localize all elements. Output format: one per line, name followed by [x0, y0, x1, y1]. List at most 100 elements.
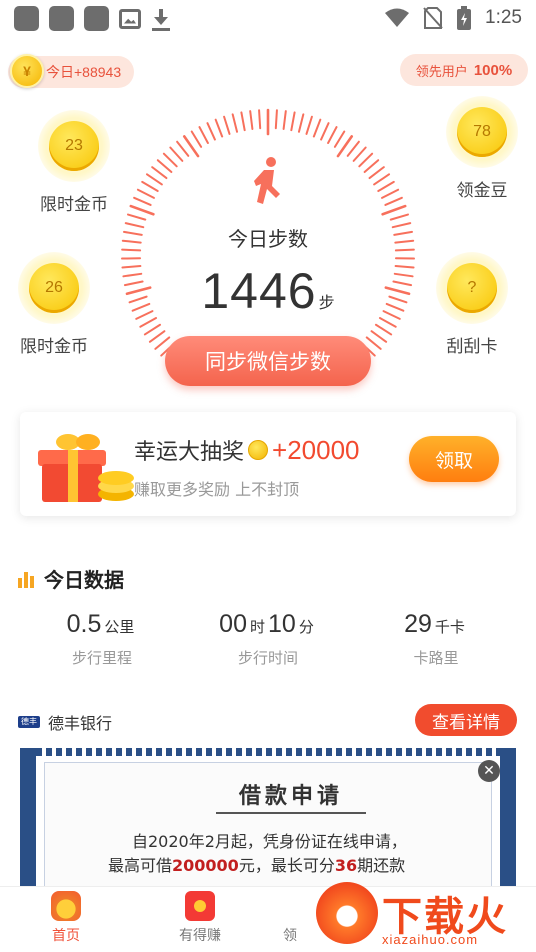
red-envelope-icon: [185, 891, 215, 921]
dial-tick: [206, 122, 216, 141]
image-icon: [119, 8, 141, 29]
dial-tick: [363, 159, 380, 174]
nav-third[interactable]: 领: [270, 891, 310, 945]
app-icon: [49, 6, 74, 31]
dial-tick: [312, 118, 322, 138]
dial-tick: [127, 213, 147, 221]
coin-icon: ¥: [10, 54, 44, 88]
system-icons: 1:25: [385, 6, 522, 30]
dial-tick: [389, 213, 409, 221]
close-ad-icon[interactable]: ✕: [478, 760, 500, 782]
lottery-card[interactable]: 幸运大抽奖 +20000 赚取更多奖励 上不封顶 领取: [20, 412, 516, 516]
ad-text-line: 最高可借200000元，最长可分36期还款: [108, 856, 406, 875]
watermark: 下载火 xiazaihuo.com: [310, 880, 536, 952]
stat-distance: 0.5 公里 步行里程: [12, 610, 192, 668]
view-details-button[interactable]: 查看详情: [415, 704, 517, 736]
dial-tick: [352, 146, 367, 162]
dial-tick: [141, 180, 159, 193]
wifi-icon: [385, 8, 410, 27]
today-coins-label: 今日+88943: [46, 64, 122, 80]
sync-wechat-steps-button[interactable]: 同步微信步数: [165, 336, 371, 386]
bubble-limited-coins-1[interactable]: 23 限时金币: [36, 110, 112, 215]
bank-logo-icon: 德丰: [18, 716, 40, 728]
dial-tick: [214, 118, 224, 138]
dial-tick: [143, 323, 162, 336]
dial-tick: [154, 336, 171, 350]
stat-value: 0.5 公里: [66, 610, 135, 638]
dial-tick: [156, 159, 173, 174]
ad-text-line: 自2020年2月起，凭身份证在线申请，: [132, 832, 407, 851]
dial-tick: [327, 126, 338, 144]
today-data-header: 今日数据: [18, 564, 124, 593]
dial-tick: [346, 140, 360, 157]
stat-value: 29 千卡: [404, 610, 465, 638]
notification-icons: [14, 6, 171, 31]
dial-tick: [370, 330, 388, 343]
dial-tick: [290, 111, 296, 132]
today-coins-chip[interactable]: ¥ 今日+88943: [8, 54, 134, 88]
dial-tick: [377, 180, 395, 193]
bar-chart-icon: [18, 570, 36, 588]
dial-tick: [223, 115, 231, 135]
claim-button[interactable]: 领取: [409, 436, 499, 482]
leading-label: 领先用户: [415, 63, 468, 79]
steps-count: 1446: [201, 263, 317, 319]
ad-advertiser: 德丰 德丰银行: [18, 710, 112, 734]
dial-tick: [384, 196, 403, 206]
dial-tick: [368, 166, 385, 180]
bubble-label: 刮刮卡: [446, 337, 498, 357]
coin-icon: [248, 440, 269, 460]
dial-tick: [365, 336, 382, 350]
gift-box-icon: [38, 434, 134, 502]
dial-tick: [231, 113, 239, 133]
steps-title: 今日步数: [228, 227, 308, 251]
no-sim-icon: [423, 7, 443, 29]
bank-name: 德丰银行: [48, 714, 113, 733]
status-bar: 1:25: [0, 0, 536, 38]
steps-display: 1446 步: [0, 262, 536, 320]
stat-label: 步行时间: [237, 649, 298, 667]
bubble-label: 领金豆: [456, 181, 508, 201]
dial-tick: [249, 110, 254, 130]
bubble-gold-beans[interactable]: 78 领金豆: [444, 96, 520, 201]
dial-tick: [129, 204, 155, 216]
leading-users-chip: 领先用户 100%: [400, 54, 528, 86]
dial-tick: [333, 130, 346, 148]
steps-unit: 步: [318, 295, 335, 312]
app-icon: [84, 6, 109, 31]
dial-tick: [162, 152, 178, 168]
stat-label: 步行里程: [71, 649, 132, 667]
stat-calories: 29 千卡 卡路里: [346, 610, 526, 668]
coin-bubble-icon: 78: [457, 107, 507, 157]
stat-label: 卡路里: [413, 649, 459, 667]
app-icon: [14, 6, 39, 31]
lottery-amount: +20000: [272, 434, 360, 465]
dial-tick: [176, 140, 190, 157]
dial-tick: [240, 111, 246, 132]
nav-earn[interactable]: 有得赚: [150, 891, 250, 945]
dial-tick: [381, 204, 407, 216]
dial-tick: [381, 188, 400, 199]
dial-tick: [373, 173, 391, 186]
dial-tick: [258, 109, 262, 130]
dial-tick: [151, 166, 168, 180]
coin-bubble-icon: 23: [49, 121, 99, 171]
stat-value: 00 时 10 分: [219, 610, 314, 638]
bubble-label: 限时金币: [20, 337, 88, 357]
ad-title: 借款申请: [216, 778, 366, 814]
lottery-subtitle: 赚取更多奖励 上不封顶: [134, 480, 300, 499]
dial-tick: [374, 323, 393, 336]
flame-logo-icon: [316, 882, 378, 944]
clock: 1:25: [485, 7, 522, 28]
nav-home[interactable]: 首页: [16, 891, 116, 945]
dial-tick: [282, 110, 287, 130]
stat-duration: 00 时 10 分 步行时间: [178, 610, 358, 668]
home-icon: [51, 891, 81, 921]
lottery-title: 幸运大抽奖 +20000: [134, 434, 360, 466]
ad-banner[interactable]: 借款申请 自2020年2月起，凭身份证在线申请， 最高可借200000元，最长可…: [20, 748, 516, 888]
bubble-label: 限时金币: [40, 195, 108, 215]
walking-icon: [254, 157, 280, 204]
dial-tick: [148, 330, 166, 343]
dial-tick: [297, 113, 305, 133]
dial-tick: [169, 146, 184, 162]
